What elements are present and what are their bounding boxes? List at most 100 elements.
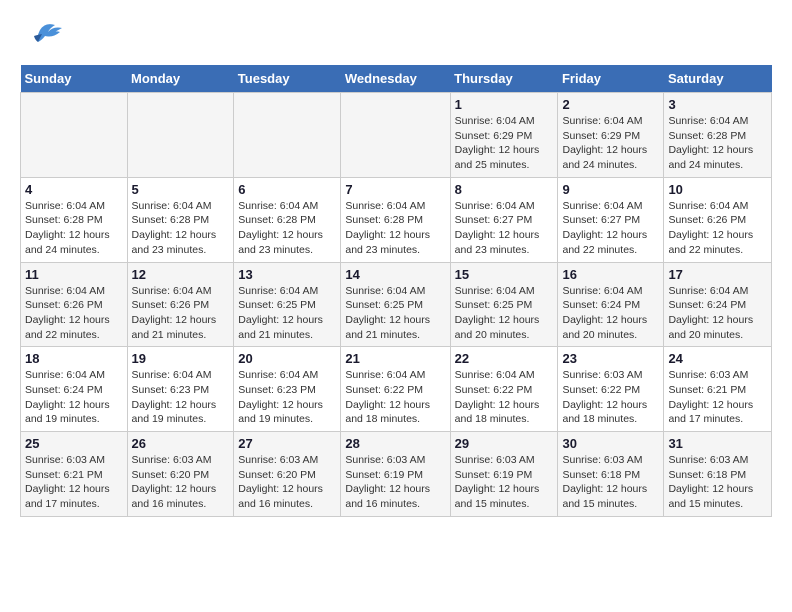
day-number: 17 xyxy=(668,267,767,282)
calendar-cell: 18Sunrise: 6:04 AM Sunset: 6:24 PM Dayli… xyxy=(21,347,128,432)
calendar-cell: 26 Sunrise: 6:03 AM Sunset: 6:20 PM Dayli… xyxy=(127,432,234,517)
calendar-cell: 17 Sunrise: 6:04 AM Sunset: 6:24 PM Dayli… xyxy=(664,262,772,347)
calendar-cell: 3 Sunrise: 6:04 AM Sunset: 6:28 PM Daylig… xyxy=(664,93,772,178)
weekday-header: Friday xyxy=(558,65,664,93)
day-info: Sunrise: 6:03 AM Sunset: 6:19 PM Dayligh… xyxy=(455,453,554,512)
day-number: 4 xyxy=(25,182,123,197)
day-info: Sunrise: 6:04 AM Sunset: 6:26 PM Dayligh… xyxy=(25,284,123,343)
day-info: Sunrise: 6:03 AM Sunset: 6:21 PM Dayligh… xyxy=(668,368,767,427)
calendar-cell xyxy=(127,93,234,178)
day-info: Sunrise: 6:04 AM Sunset: 6:24 PM Dayligh… xyxy=(25,368,123,427)
day-info: Sunrise: 6:04 AM Sunset: 6:26 PM Dayligh… xyxy=(668,199,767,258)
day-info: Sunrise: 6:04 AM Sunset: 6:28 PM Dayligh… xyxy=(345,199,445,258)
calendar-week-row: 11 Sunrise: 6:04 AM Sunset: 6:26 PM Dayli… xyxy=(21,262,772,347)
day-number: 29 xyxy=(455,436,554,451)
day-info: Sunrise: 6:04 AM Sunset: 6:28 PM Dayligh… xyxy=(238,199,336,258)
day-number: 27 xyxy=(238,436,336,451)
day-info: Sunrise: 6:04 AM Sunset: 6:29 PM Dayligh… xyxy=(562,114,659,173)
calendar-cell xyxy=(21,93,128,178)
calendar-cell: 9 Sunrise: 6:04 AM Sunset: 6:27 PM Daylig… xyxy=(558,177,664,262)
day-number: 22 xyxy=(455,351,554,366)
calendar-cell: 21Sunrise: 6:04 AM Sunset: 6:22 PM Dayli… xyxy=(341,347,450,432)
day-info: Sunrise: 6:04 AM Sunset: 6:23 PM Dayligh… xyxy=(238,368,336,427)
day-info: Sunrise: 6:04 AM Sunset: 6:23 PM Dayligh… xyxy=(132,368,230,427)
calendar-cell: 29 Sunrise: 6:03 AM Sunset: 6:19 PM Dayli… xyxy=(450,432,558,517)
calendar-cell: 11 Sunrise: 6:04 AM Sunset: 6:26 PM Dayli… xyxy=(21,262,128,347)
day-info: Sunrise: 6:04 AM Sunset: 6:24 PM Dayligh… xyxy=(668,284,767,343)
day-number: 23 xyxy=(562,351,659,366)
calendar-cell: 5 Sunrise: 6:04 AM Sunset: 6:28 PM Daylig… xyxy=(127,177,234,262)
calendar-cell: 25Sunrise: 6:03 AM Sunset: 6:21 PM Dayli… xyxy=(21,432,128,517)
day-number: 13 xyxy=(238,267,336,282)
calendar-cell xyxy=(341,93,450,178)
day-number: 1 xyxy=(455,97,554,112)
day-number: 5 xyxy=(132,182,230,197)
day-number: 6 xyxy=(238,182,336,197)
weekday-header: Monday xyxy=(127,65,234,93)
day-number: 26 xyxy=(132,436,230,451)
calendar-cell: 31 Sunrise: 6:03 AM Sunset: 6:18 PM Dayli… xyxy=(664,432,772,517)
calendar-week-row: 18Sunrise: 6:04 AM Sunset: 6:24 PM Dayli… xyxy=(21,347,772,432)
weekday-header: Saturday xyxy=(664,65,772,93)
day-number: 19 xyxy=(132,351,230,366)
calendar-week-row: 25Sunrise: 6:03 AM Sunset: 6:21 PM Dayli… xyxy=(21,432,772,517)
calendar-cell: 10 Sunrise: 6:04 AM Sunset: 6:26 PM Dayli… xyxy=(664,177,772,262)
day-number: 2 xyxy=(562,97,659,112)
calendar-cell: 12 Sunrise: 6:04 AM Sunset: 6:26 PM Dayli… xyxy=(127,262,234,347)
day-info: Sunrise: 6:04 AM Sunset: 6:22 PM Dayligh… xyxy=(455,368,554,427)
logo xyxy=(20,20,69,55)
day-number: 31 xyxy=(668,436,767,451)
calendar-cell: 2 Sunrise: 6:04 AM Sunset: 6:29 PM Daylig… xyxy=(558,93,664,178)
day-number: 15 xyxy=(455,267,554,282)
calendar-week-row: 4 Sunrise: 6:04 AM Sunset: 6:28 PM Daylig… xyxy=(21,177,772,262)
day-number: 21 xyxy=(345,351,445,366)
day-info: Sunrise: 6:04 AM Sunset: 6:28 PM Dayligh… xyxy=(25,199,123,258)
calendar-cell: 27 Sunrise: 6:03 AM Sunset: 6:20 PM Dayli… xyxy=(234,432,341,517)
calendar-cell: 19 Sunrise: 6:04 AM Sunset: 6:23 PM Dayli… xyxy=(127,347,234,432)
calendar-cell: 8 Sunrise: 6:04 AM Sunset: 6:27 PM Daylig… xyxy=(450,177,558,262)
day-info: Sunrise: 6:04 AM Sunset: 6:28 PM Dayligh… xyxy=(668,114,767,173)
weekday-header: Sunday xyxy=(21,65,128,93)
calendar-cell: 13Sunrise: 6:04 AM Sunset: 6:25 PM Dayli… xyxy=(234,262,341,347)
calendar-cell: 28 Sunrise: 6:03 AM Sunset: 6:19 PM Dayli… xyxy=(341,432,450,517)
day-info: Sunrise: 6:03 AM Sunset: 6:22 PM Dayligh… xyxy=(562,368,659,427)
day-number: 16 xyxy=(562,267,659,282)
calendar-cell: 22 Sunrise: 6:04 AM Sunset: 6:22 PM Dayli… xyxy=(450,347,558,432)
calendar-cell xyxy=(234,93,341,178)
day-info: Sunrise: 6:03 AM Sunset: 6:19 PM Dayligh… xyxy=(345,453,445,512)
day-number: 10 xyxy=(668,182,767,197)
day-info: Sunrise: 6:03 AM Sunset: 6:18 PM Dayligh… xyxy=(668,453,767,512)
day-info: Sunrise: 6:04 AM Sunset: 6:29 PM Dayligh… xyxy=(455,114,554,173)
day-number: 28 xyxy=(345,436,445,451)
day-info: Sunrise: 6:04 AM Sunset: 6:27 PM Dayligh… xyxy=(562,199,659,258)
day-info: Sunrise: 6:04 AM Sunset: 6:26 PM Dayligh… xyxy=(132,284,230,343)
day-number: 12 xyxy=(132,267,230,282)
day-info: Sunrise: 6:04 AM Sunset: 6:27 PM Dayligh… xyxy=(455,199,554,258)
day-number: 11 xyxy=(25,267,123,282)
calendar-week-row: 1 Sunrise: 6:04 AM Sunset: 6:29 PM Daylig… xyxy=(21,93,772,178)
calendar-cell: 30Sunrise: 6:03 AM Sunset: 6:18 PM Dayli… xyxy=(558,432,664,517)
day-number: 7 xyxy=(345,182,445,197)
day-number: 9 xyxy=(562,182,659,197)
day-number: 3 xyxy=(668,97,767,112)
calendar-cell: 23 Sunrise: 6:03 AM Sunset: 6:22 PM Dayli… xyxy=(558,347,664,432)
day-number: 14 xyxy=(345,267,445,282)
day-info: Sunrise: 6:04 AM Sunset: 6:24 PM Dayligh… xyxy=(562,284,659,343)
day-info: Sunrise: 6:04 AM Sunset: 6:28 PM Dayligh… xyxy=(132,199,230,258)
calendar-cell: 15Sunrise: 6:04 AM Sunset: 6:25 PM Dayli… xyxy=(450,262,558,347)
header-row: SundayMondayTuesdayWednesdayThursdayFrid… xyxy=(21,65,772,93)
day-number: 30 xyxy=(562,436,659,451)
calendar-cell: 20 Sunrise: 6:04 AM Sunset: 6:23 PM Dayli… xyxy=(234,347,341,432)
weekday-header: Tuesday xyxy=(234,65,341,93)
calendar-cell: 24 Sunrise: 6:03 AM Sunset: 6:21 PM Dayli… xyxy=(664,347,772,432)
day-info: Sunrise: 6:03 AM Sunset: 6:21 PM Dayligh… xyxy=(25,453,123,512)
day-number: 8 xyxy=(455,182,554,197)
logo-icon xyxy=(20,20,65,55)
day-info: Sunrise: 6:03 AM Sunset: 6:20 PM Dayligh… xyxy=(132,453,230,512)
calendar-cell: 16 Sunrise: 6:04 AM Sunset: 6:24 PM Dayli… xyxy=(558,262,664,347)
page-header xyxy=(20,20,772,55)
calendar-cell: 14Sunrise: 6:04 AM Sunset: 6:25 PM Dayli… xyxy=(341,262,450,347)
day-number: 20 xyxy=(238,351,336,366)
day-number: 24 xyxy=(668,351,767,366)
day-info: Sunrise: 6:03 AM Sunset: 6:20 PM Dayligh… xyxy=(238,453,336,512)
